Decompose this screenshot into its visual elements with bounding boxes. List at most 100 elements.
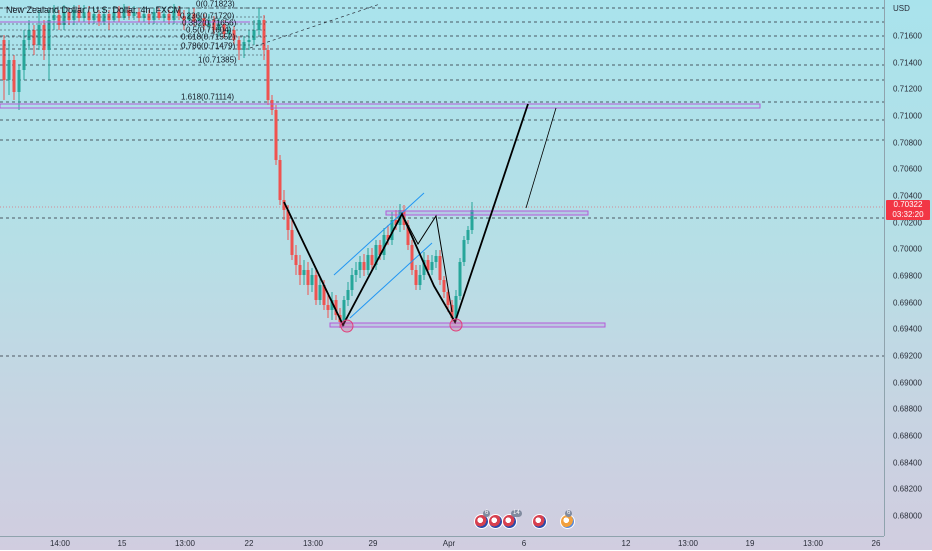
candle-body bbox=[310, 275, 314, 285]
price-tick-label: 0.71600 bbox=[893, 31, 922, 41]
time-tick-label: 6 bbox=[521, 539, 527, 548]
current-price-value: 0.70322 bbox=[893, 200, 923, 209]
price-axis[interactable]: USD 0.71600 0.71400 0.71200 0.71000 0.70800 0… bbox=[884, 0, 932, 536]
us-flag-event-icon[interactable]: 14 bbox=[502, 510, 522, 529]
nz-flag-event-icon[interactable]: 6 bbox=[560, 510, 575, 529]
candle-body bbox=[418, 275, 422, 285]
price-tick-label: 0.69200 bbox=[893, 351, 922, 361]
candle-body bbox=[314, 275, 318, 300]
candle-body bbox=[42, 25, 46, 50]
price-tick-label: 0.68400 bbox=[893, 458, 922, 468]
fib-price: (0.71552) bbox=[201, 32, 236, 42]
price-tick-label: 0.68600 bbox=[893, 431, 922, 441]
resistance-zone-box bbox=[0, 103, 761, 109]
candle-body bbox=[252, 30, 256, 40]
candle-body bbox=[17, 70, 21, 92]
us-flag-event-icon[interactable] bbox=[532, 514, 547, 529]
candle-body bbox=[12, 60, 16, 92]
candle-body bbox=[438, 256, 442, 280]
candle-body bbox=[362, 262, 366, 270]
candle-body bbox=[326, 305, 330, 310]
price-tick-label: 0.68000 bbox=[893, 511, 922, 521]
candle-body bbox=[366, 255, 370, 270]
bottom-marker-circle bbox=[340, 319, 354, 333]
time-tick-label: Apr bbox=[442, 539, 456, 548]
time-tick-label: 13:00 bbox=[802, 539, 824, 548]
candle-body bbox=[262, 20, 266, 50]
candle-body bbox=[414, 270, 418, 285]
candle-body bbox=[32, 30, 36, 45]
candlestick-series bbox=[2, 4, 474, 328]
candle-body bbox=[57, 15, 61, 25]
fib-level-label: 0.786(0.71479) bbox=[181, 42, 235, 51]
candle-body bbox=[247, 40, 251, 42]
currency-label[interactable]: USD bbox=[893, 4, 910, 13]
candle-body bbox=[242, 42, 246, 50]
bottom-marker-circle bbox=[449, 318, 463, 332]
horizontal-dashed-lines bbox=[0, 7, 884, 357]
price-tick-label: 0.70600 bbox=[893, 164, 922, 174]
drawing-tools-layer[interactable] bbox=[0, 3, 761, 333]
price-tick-label: 0.71400 bbox=[893, 58, 922, 68]
candle-body bbox=[466, 230, 470, 240]
candle-body bbox=[442, 280, 446, 292]
candle-body bbox=[278, 160, 282, 200]
candle-body bbox=[458, 262, 462, 296]
candle-body bbox=[274, 110, 278, 160]
fib-ratio: 0.618 bbox=[181, 32, 202, 42]
time-tick-label: 12 bbox=[621, 539, 631, 548]
price-tick-label: 0.69400 bbox=[893, 324, 922, 334]
candle-body bbox=[306, 270, 310, 285]
time-tick-label: 26 bbox=[871, 539, 881, 548]
candle-body bbox=[257, 20, 261, 30]
candle-body bbox=[430, 262, 434, 270]
nz-flag-event-icon[interactable] bbox=[488, 514, 503, 529]
price-tick-label: 0.70800 bbox=[893, 138, 922, 148]
candle-body bbox=[410, 245, 414, 270]
event-count-badge: 6 bbox=[565, 510, 573, 517]
fib-price: (0.71823) bbox=[200, 0, 235, 9]
candle-body bbox=[266, 50, 270, 100]
time-tick-label: 13:00 bbox=[174, 539, 196, 548]
time-tick-label: 22 bbox=[244, 539, 254, 548]
candle-body bbox=[47, 20, 51, 50]
fib-price: (0.71479) bbox=[201, 41, 236, 51]
candle-body bbox=[342, 300, 346, 322]
us-flag-event-icon[interactable]: 6 bbox=[474, 510, 491, 529]
candle-body bbox=[52, 15, 56, 20]
chart-canvas[interactable] bbox=[0, 0, 884, 536]
candle-body bbox=[370, 255, 374, 265]
current-price-badge: 0.70322 03:32:20 bbox=[886, 200, 930, 220]
candle-body bbox=[7, 60, 11, 80]
fib-level-label: 1.618(0.71114) bbox=[181, 93, 234, 102]
neckline-zone-box bbox=[385, 210, 589, 216]
fib-ratio: 1.618 bbox=[181, 92, 202, 102]
candle-body bbox=[37, 25, 41, 45]
price-tick-label: 0.71000 bbox=[893, 111, 922, 121]
time-tick-label: 19 bbox=[745, 539, 755, 548]
price-tick-label: 0.68800 bbox=[893, 404, 922, 414]
candle-body bbox=[298, 265, 302, 275]
fib-level-label: 0(0.71823) bbox=[196, 0, 235, 9]
candle-body bbox=[346, 290, 350, 300]
price-tick-label: 0.70000 bbox=[893, 244, 922, 254]
fib-price: (0.71114) bbox=[201, 92, 235, 102]
support-zone-box bbox=[329, 322, 606, 328]
fib-level-label: 1(0.71385) bbox=[198, 56, 237, 65]
symbol-title[interactable]: New Zealand Dollar / U.S. Dollar, 4h, FX… bbox=[6, 5, 181, 15]
time-axis[interactable]: 14:00 15 13:00 22 13:00 29 Apr 6 12 13:00 19 13:00 2… bbox=[0, 536, 884, 551]
candle-body bbox=[302, 270, 306, 275]
candle-body bbox=[97, 14, 101, 22]
candle-body bbox=[354, 270, 358, 275]
price-tick-label: 0.69800 bbox=[893, 271, 922, 281]
time-tick-label: 13:00 bbox=[302, 539, 324, 548]
fib-trend-line bbox=[249, 3, 381, 49]
candle-body bbox=[290, 230, 294, 255]
candle-body bbox=[27, 30, 31, 40]
bar-countdown: 03:32:20 bbox=[892, 210, 924, 219]
event-count-badge: 14 bbox=[511, 510, 522, 517]
chart-area[interactable]: New Zealand Dollar / U.S. Dollar, 4h, FX… bbox=[0, 0, 932, 550]
candle-body bbox=[358, 262, 362, 270]
price-tick-label: 0.69000 bbox=[893, 378, 922, 388]
candle-body bbox=[350, 275, 354, 290]
